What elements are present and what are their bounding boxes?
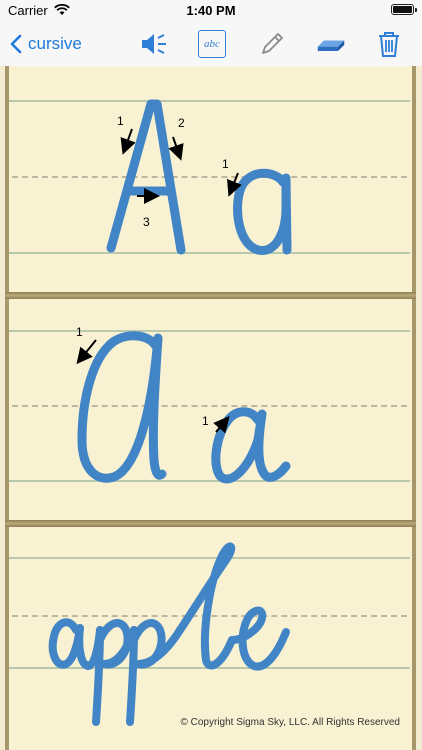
cursive-capital-a <box>77 331 167 483</box>
letter-strokes: 1 2 3 1 1 1 <box>48 99 292 726</box>
stroke-number: 1 <box>117 114 124 128</box>
print-letters <box>106 99 292 255</box>
cursive-letters <box>77 331 291 484</box>
stroke-number: 2 <box>178 116 185 130</box>
stroke-number: 3 <box>143 215 150 229</box>
stroke-number: 1 <box>202 414 209 428</box>
print-lowercase-a <box>233 168 292 255</box>
copyright-text: © Copyright Sigma Sky, LLC. All Rights R… <box>180 717 401 728</box>
stroke-number: 1 <box>76 325 83 339</box>
cursive-word-apple <box>48 542 290 726</box>
cursive-lowercase-a <box>211 407 291 484</box>
arrow-icon <box>168 136 184 161</box>
arrow-icon <box>120 128 136 155</box>
stroke-number: 1 <box>222 157 229 171</box>
arrow-icon <box>76 339 97 365</box>
